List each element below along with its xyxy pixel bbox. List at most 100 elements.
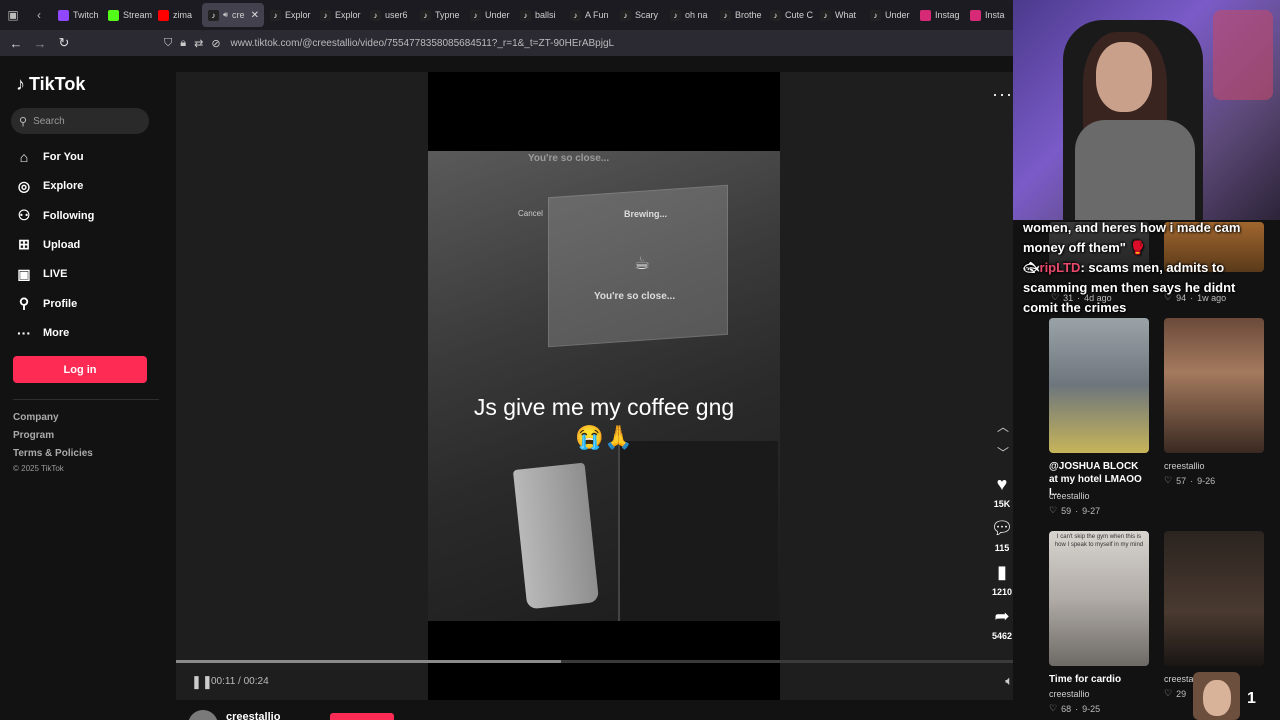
browser-tab[interactable]: ♪ What bbox=[814, 3, 864, 27]
video-player[interactable]: You're so close... Cancel Brewing... ☕︎ … bbox=[176, 72, 1013, 700]
tiktok-icon: ♪ bbox=[870, 9, 881, 21]
sidebar-item-for-you[interactable]: ⌂ For You bbox=[15, 147, 84, 167]
video-author[interactable]: creestallio bbox=[1164, 461, 1205, 471]
progress-bar[interactable] bbox=[176, 660, 1013, 663]
sidebar-item-label: More bbox=[43, 326, 70, 339]
browser-tab[interactable]: ♪ Typne bbox=[414, 3, 464, 27]
shield-icon[interactable]: ⛉ bbox=[164, 37, 172, 50]
video-thumbnail[interactable] bbox=[1164, 531, 1264, 666]
right-column: ♡ 31 · 4d ago ♡ 94 · 1w ago @JOSHUA BLOC… bbox=[1013, 0, 1280, 720]
screen-cancel-text: Cancel bbox=[518, 209, 543, 218]
tiktok-icon: ♪ bbox=[820, 9, 831, 21]
sidebar-item-more[interactable]: ··· More bbox=[15, 323, 69, 343]
footer-link-company[interactable]: Company bbox=[13, 412, 59, 423]
tab-label: Stream bbox=[123, 10, 152, 20]
video-author[interactable]: creestallio bbox=[1049, 689, 1090, 699]
author-name[interactable]: creestallio bbox=[226, 711, 280, 720]
chat-username: ripLTD bbox=[1039, 260, 1081, 275]
reload-button[interactable]: ↻ bbox=[52, 30, 76, 56]
follow-button[interactable] bbox=[330, 713, 394, 720]
time-display: 00:11 / 00:24 bbox=[211, 676, 269, 687]
sidebar-item-label: For You bbox=[43, 151, 84, 163]
browser-tab[interactable]: ♪ Scary bbox=[614, 3, 664, 27]
video-stats: ♡ 59 · 9-27 bbox=[1049, 505, 1101, 516]
back-button[interactable]: ← bbox=[4, 30, 28, 56]
tab-label: Typne bbox=[435, 10, 460, 20]
browser-tab[interactable]: ♪ Brothe bbox=[714, 3, 764, 27]
browser-tab[interactable]: ♪ ballsi bbox=[514, 3, 564, 27]
video-thumbnail[interactable] bbox=[1049, 318, 1149, 453]
video-author[interactable]: creestallio bbox=[1049, 491, 1090, 501]
browser-tab[interactable]: ♪ Cute C bbox=[764, 3, 814, 27]
browser-tab[interactable]: zima bbox=[152, 3, 202, 27]
video-thumbnail[interactable]: I can't skip the gym when this is how I … bbox=[1049, 531, 1149, 666]
address-bar[interactable]: www.tiktok.com/@creestallio/video/755477… bbox=[231, 38, 615, 49]
person-icon: ⚇ bbox=[17, 207, 31, 224]
tab-label: Cute C bbox=[785, 10, 814, 20]
tab-scroll-left-icon[interactable]: ‹ bbox=[26, 0, 52, 30]
search-icon: ⚲ bbox=[19, 115, 28, 128]
search-input[interactable] bbox=[33, 115, 134, 127]
video-date: 9-25 bbox=[1082, 703, 1101, 714]
close-icon[interactable]: ✕ bbox=[251, 10, 259, 21]
video-stats: ♡ 68 · 9-25 bbox=[1049, 703, 1101, 714]
more-options-icon[interactable]: ··· bbox=[992, 84, 1013, 105]
tiktok-icon: ♪ bbox=[270, 9, 281, 21]
video-stats: ♡ 29 bbox=[1164, 688, 1186, 699]
permissions-icon[interactable]: ⇄ bbox=[194, 37, 203, 50]
browser-tab[interactable]: ♪ user6 bbox=[364, 3, 414, 27]
browser-tab[interactable]: Instag bbox=[914, 3, 964, 27]
webcam-overlay bbox=[1013, 0, 1280, 220]
chevron-up-icon[interactable]: ︿ bbox=[993, 418, 1013, 435]
screen-top-text: You're so close... bbox=[528, 153, 610, 164]
tab-label: Under bbox=[885, 10, 910, 20]
sidebar-item-label: Following bbox=[43, 209, 95, 222]
video-frame[interactable]: You're so close... Cancel Brewing... ☕︎ … bbox=[428, 72, 780, 700]
lock-icon[interactable]: 🔒︎ bbox=[180, 37, 186, 50]
browser-tab[interactable]: ♪ Under bbox=[864, 3, 914, 27]
browser-tab[interactable]: Stream bbox=[102, 3, 152, 27]
video-date: 9-27 bbox=[1082, 505, 1101, 516]
pause-icon[interactable]: ❚❚ bbox=[191, 674, 213, 690]
browser-tab[interactable]: ♪ oh na bbox=[664, 3, 714, 27]
video-likes: 57 bbox=[1176, 475, 1187, 486]
sidebar-item-upload[interactable]: ⊞ Upload bbox=[15, 235, 80, 255]
autoplay-blocked-icon[interactable]: ⊘ bbox=[211, 37, 220, 50]
browser-tab[interactable]: ♪ A Fun bbox=[564, 3, 614, 27]
video-thumbnail[interactable] bbox=[1164, 318, 1264, 453]
heart-outline-icon: ♡ bbox=[1049, 505, 1058, 515]
tab-label: Under bbox=[485, 10, 510, 20]
tab-label: Twitch bbox=[73, 10, 99, 20]
viewer-count: 1 bbox=[1247, 690, 1256, 707]
chevron-down-icon[interactable]: ﹀ bbox=[993, 444, 1013, 461]
browser-tab[interactable]: ♪ 🔊︎ cre ✕ bbox=[202, 3, 264, 27]
footer-link-program[interactable]: Program bbox=[13, 430, 54, 441]
sidebar-item-profile[interactable]: ⚲ Profile bbox=[15, 294, 77, 314]
forward-button[interactable]: → bbox=[28, 30, 52, 56]
coffee-cup bbox=[512, 462, 600, 610]
video-title[interactable]: Time for cardio bbox=[1049, 673, 1149, 686]
avatar[interactable] bbox=[188, 710, 218, 720]
video-likes: 29 bbox=[1176, 688, 1187, 699]
browser-tab[interactable]: ♪ Under bbox=[464, 3, 514, 27]
sidebar-item-live[interactable]: ▣ LIVE bbox=[15, 264, 67, 284]
coffee-machine bbox=[618, 441, 778, 621]
sidebar-item-following[interactable]: ⚇ Following bbox=[15, 206, 95, 226]
browser-tab[interactable]: ♪ Explor bbox=[314, 3, 364, 27]
login-button[interactable]: Log in bbox=[13, 356, 147, 383]
video-author[interactable]: creesta bbox=[1164, 674, 1194, 684]
tiktok-logo[interactable]: ♪ TikTok bbox=[16, 74, 85, 95]
coffee-cup-icon: ☕︎ bbox=[634, 253, 651, 273]
browser-tab[interactable]: Insta bbox=[964, 3, 1013, 27]
tab-list-icon[interactable]: ▣ bbox=[0, 0, 26, 30]
browser-tab[interactable]: ♪ Explor bbox=[264, 3, 314, 27]
speaker-icon[interactable]: 🔊︎ bbox=[223, 10, 228, 20]
sidebar-item-explore[interactable]: ◎ Explore bbox=[15, 176, 83, 196]
sidebar-item-label: Explore bbox=[43, 180, 84, 193]
footer-link-terms[interactable]: Terms & Policies bbox=[13, 448, 93, 459]
volume-icon[interactable]: 🔈︎ bbox=[1005, 673, 1013, 689]
screen-close-text: You're so close... bbox=[594, 291, 676, 302]
browser-tab[interactable]: Twitch bbox=[52, 3, 102, 27]
heart-outline-icon: ♡ bbox=[1164, 475, 1173, 485]
search-box[interactable]: ⚲ bbox=[11, 108, 149, 134]
